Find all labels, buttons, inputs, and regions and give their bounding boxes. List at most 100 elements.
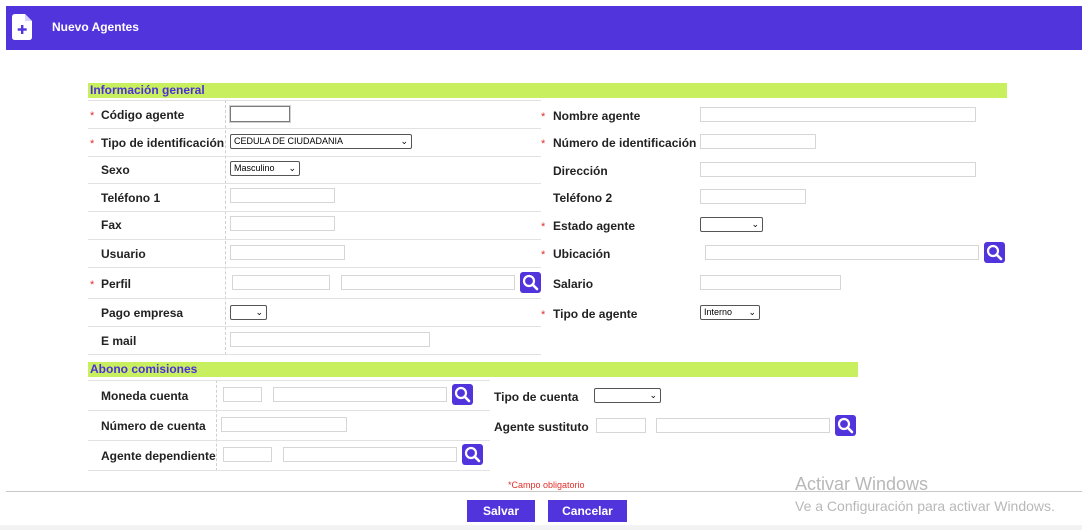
agente-sustituto-code-input[interactable] [596, 418, 646, 433]
codigo-agente-label: Código agente [101, 108, 185, 122]
tipo-agente-label: Tipo de agente [553, 307, 638, 321]
numero-cuenta-label: Número de cuenta [101, 419, 206, 433]
section-header-abono: Abono comisiones [88, 362, 858, 377]
chevron-down-icon: ⌄ [751, 219, 759, 229]
row-divider [88, 211, 541, 212]
tipo-agente-select[interactable]: Interno ⌄ [700, 305, 760, 320]
cancel-button[interactable]: Cancelar [548, 500, 627, 522]
pago-empresa-select[interactable]: ⌄ [230, 305, 267, 320]
row-divider [88, 470, 490, 471]
telefono1-input[interactable] [230, 188, 335, 203]
salario-label: Salario [553, 277, 594, 291]
sexo-select[interactable]: Masculino ⌄ [230, 161, 300, 176]
required-marker: * [541, 111, 546, 123]
email-input[interactable] [230, 332, 430, 347]
chevron-down-icon: ⌄ [288, 163, 296, 173]
row-divider [88, 183, 541, 184]
agente-dependiente-label: Agente dependiente [101, 449, 216, 463]
tipo-agente-value: Interno [704, 307, 733, 317]
row-divider [88, 380, 490, 381]
search-icon [986, 244, 1003, 261]
required-note-text: Campo obligatorio [511, 480, 585, 490]
search-icon [464, 446, 481, 463]
numero-cuenta-input[interactable] [221, 417, 347, 432]
perfil-code-input[interactable] [232, 275, 330, 290]
direccion-input[interactable] [700, 162, 976, 177]
chevron-down-icon: ⌄ [748, 307, 756, 317]
chevron-down-icon: ⌄ [400, 136, 408, 146]
row-divider [88, 100, 541, 101]
agente-sustituto-search-button[interactable] [835, 415, 856, 436]
search-icon [522, 274, 539, 291]
row-divider [88, 156, 541, 157]
perfil-label: Perfil [101, 277, 132, 291]
nombre-agente-label: Nombre agente [553, 109, 641, 123]
moneda-cuenta-code-input[interactable] [223, 387, 262, 402]
salario-input[interactable] [700, 275, 841, 290]
windows-activation-title: Activar Windows [795, 474, 929, 494]
tipo-identificacion-value: CEDULA DE CIUDADANIA [234, 136, 344, 146]
agente-dependiente-code-input[interactable] [223, 447, 272, 462]
pago-empresa-label: Pago empresa [101, 306, 184, 320]
page-header: Nuevo Agentes [6, 6, 1082, 50]
required-marker: * [541, 249, 546, 261]
sexo-label: Sexo [101, 163, 130, 177]
search-icon [837, 417, 854, 434]
agente-sustituto-label: Agente sustituto [494, 420, 589, 434]
usuario-label: Usuario [101, 247, 146, 261]
tipo-cuenta-label: Tipo de cuenta [494, 390, 579, 404]
page-title: Nuevo Agentes [52, 20, 139, 34]
email-label: E mail [101, 334, 137, 348]
save-button[interactable]: Salvar [467, 500, 535, 522]
row-divider [88, 267, 541, 268]
perfil-search-button[interactable] [520, 272, 541, 293]
bottom-strip [0, 525, 1082, 530]
required-marker: * [541, 221, 546, 233]
row-divider [88, 354, 541, 355]
row-divider [88, 440, 490, 441]
row-divider [88, 410, 490, 411]
telefono2-input[interactable] [700, 189, 806, 204]
codigo-agente-input[interactable] [230, 106, 290, 122]
row-divider [88, 239, 541, 240]
numero-identificacion-label: Número de identificación [553, 136, 697, 150]
tipo-cuenta-select[interactable]: ⌄ [594, 388, 661, 403]
chevron-down-icon: ⌄ [649, 390, 657, 400]
tipo-identificacion-label: Tipo de identificación [101, 136, 225, 150]
sexo-value: Masculino [234, 163, 275, 173]
moneda-cuenta-label: Moneda cuenta [101, 389, 189, 403]
required-marker: * [90, 138, 95, 150]
usuario-input[interactable] [230, 245, 345, 260]
perfil-name-input[interactable] [341, 275, 515, 290]
ubicacion-input[interactable] [705, 245, 979, 260]
agente-sustituto-name-input[interactable] [656, 418, 830, 433]
agente-dependiente-name-input[interactable] [283, 447, 457, 462]
chevron-down-icon: ⌄ [255, 307, 263, 317]
required-marker: * [541, 138, 546, 150]
nombre-agente-input[interactable] [700, 107, 976, 122]
row-divider [88, 326, 541, 327]
estado-agente-label: Estado agente [553, 219, 636, 233]
telefono1-label: Teléfono 1 [101, 191, 161, 205]
required-marker: * [541, 309, 546, 321]
agente-dependiente-search-button[interactable] [462, 444, 483, 465]
ubicacion-label: Ubicación [553, 247, 611, 261]
required-marker: * [90, 279, 95, 291]
windows-activation-subtitle: Ve a Configuración para activar Windows. [795, 498, 1055, 514]
moneda-cuenta-name-input[interactable] [273, 387, 447, 402]
ubicacion-search-button[interactable] [984, 242, 1005, 263]
row-divider [88, 128, 541, 129]
grid-divider [216, 380, 217, 471]
search-icon [454, 386, 471, 403]
row-divider [88, 298, 541, 299]
estado-agente-select[interactable]: ⌄ [700, 217, 763, 232]
tipo-identificacion-select[interactable]: CEDULA DE CIUDADANIA ⌄ [230, 134, 412, 149]
fax-label: Fax [101, 218, 122, 232]
grid-divider [225, 100, 226, 355]
direccion-label: Dirección [553, 164, 608, 178]
numero-identificacion-input[interactable] [700, 134, 816, 149]
fax-input[interactable] [230, 216, 335, 231]
moneda-cuenta-search-button[interactable] [452, 384, 473, 405]
telefono2-label: Teléfono 2 [553, 191, 613, 205]
section-header-general: Información general [88, 83, 1007, 98]
